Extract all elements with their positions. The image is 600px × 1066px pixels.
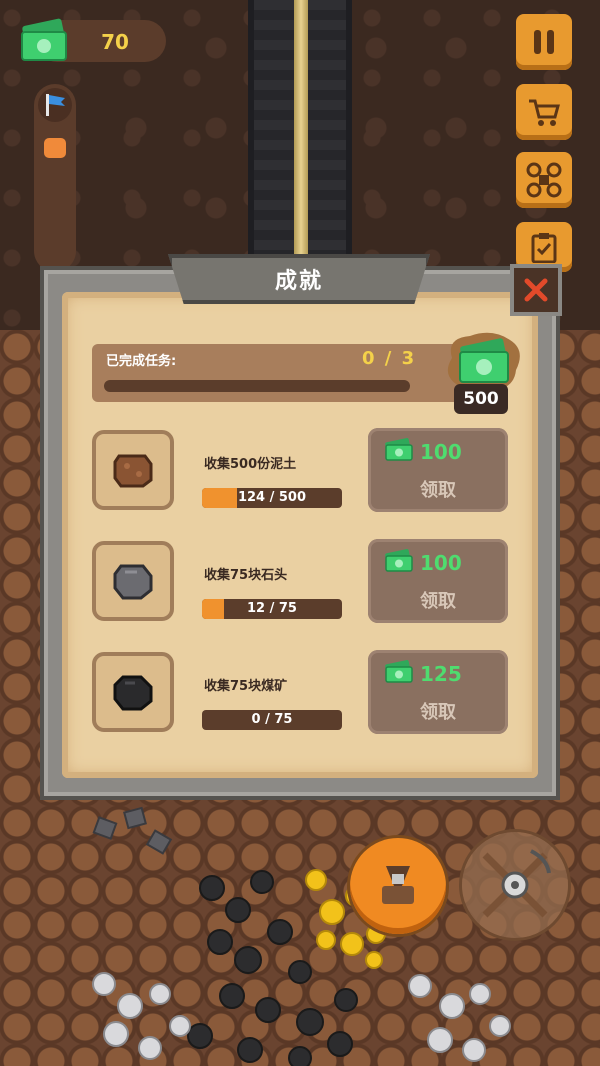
pause-button[interactable] [516,14,572,70]
task-name-dirt: 收集500份泥土 [204,457,297,472]
task-item-stone [92,541,174,621]
claim-amount: 125 [420,662,462,686]
claim-button-stone[interactable]: 100 领取 [368,539,508,623]
drone-button[interactable] [516,152,572,208]
claim-label: 领取 [420,480,456,501]
reward-value: 500 [454,384,508,414]
cash-icon [385,438,413,461]
task-item-dirt [92,430,174,510]
claim-label: 领取 [420,591,456,612]
completed-progress-bar [104,380,410,392]
flag-icon [38,88,72,122]
task-progress-dirt: 124 / 500 [202,488,342,508]
depth-marker [44,138,66,158]
drone-icon [526,162,562,198]
close-icon [524,278,548,302]
task-item-coal [92,652,174,732]
task-progress-text: 0 / 75 [251,712,293,727]
cash-icon [385,549,413,572]
claim-amount: 100 [420,551,462,575]
task-name-coal: 收集75块煤矿 [204,679,288,694]
task-name-stone: 收集75块石头 [204,568,288,583]
drill-button[interactable] [350,838,446,934]
shop-button[interactable] [516,84,572,140]
pickaxe-button[interactable] [462,832,568,938]
stone-icon [113,564,153,600]
claim-label: 领取 [420,702,456,723]
dirt-icon [113,454,153,488]
pause-icon [534,30,554,54]
task-progress-coal: 0 / 75 [202,710,342,730]
coal-icon [113,675,153,711]
claim-button-dirt[interactable]: 100 领取 [368,428,508,512]
completed-count: 0 / 3 [362,348,417,369]
cash-stack-icon [18,16,74,66]
cash-icon [385,660,413,683]
claim-amount: 100 [420,440,462,464]
pickaxe-icon [482,849,551,918]
elevator-rope [294,0,308,260]
dialog-title-plate: 成就 [168,254,430,304]
completed-label: 已完成任务: [106,354,177,369]
clipboard-icon [531,233,557,263]
claim-button-coal[interactable]: 125 领取 [368,650,508,734]
task-progress-text: 124 / 500 [237,490,307,505]
task-progress-text: 12 / 75 [247,601,297,616]
close-button[interactable] [510,264,562,316]
money-value: 70 [101,30,129,54]
drill-icon [382,866,414,904]
dialog-title: 成就 [274,269,323,294]
task-progress-stone: 12 / 75 [202,599,342,619]
cart-icon [529,99,560,126]
